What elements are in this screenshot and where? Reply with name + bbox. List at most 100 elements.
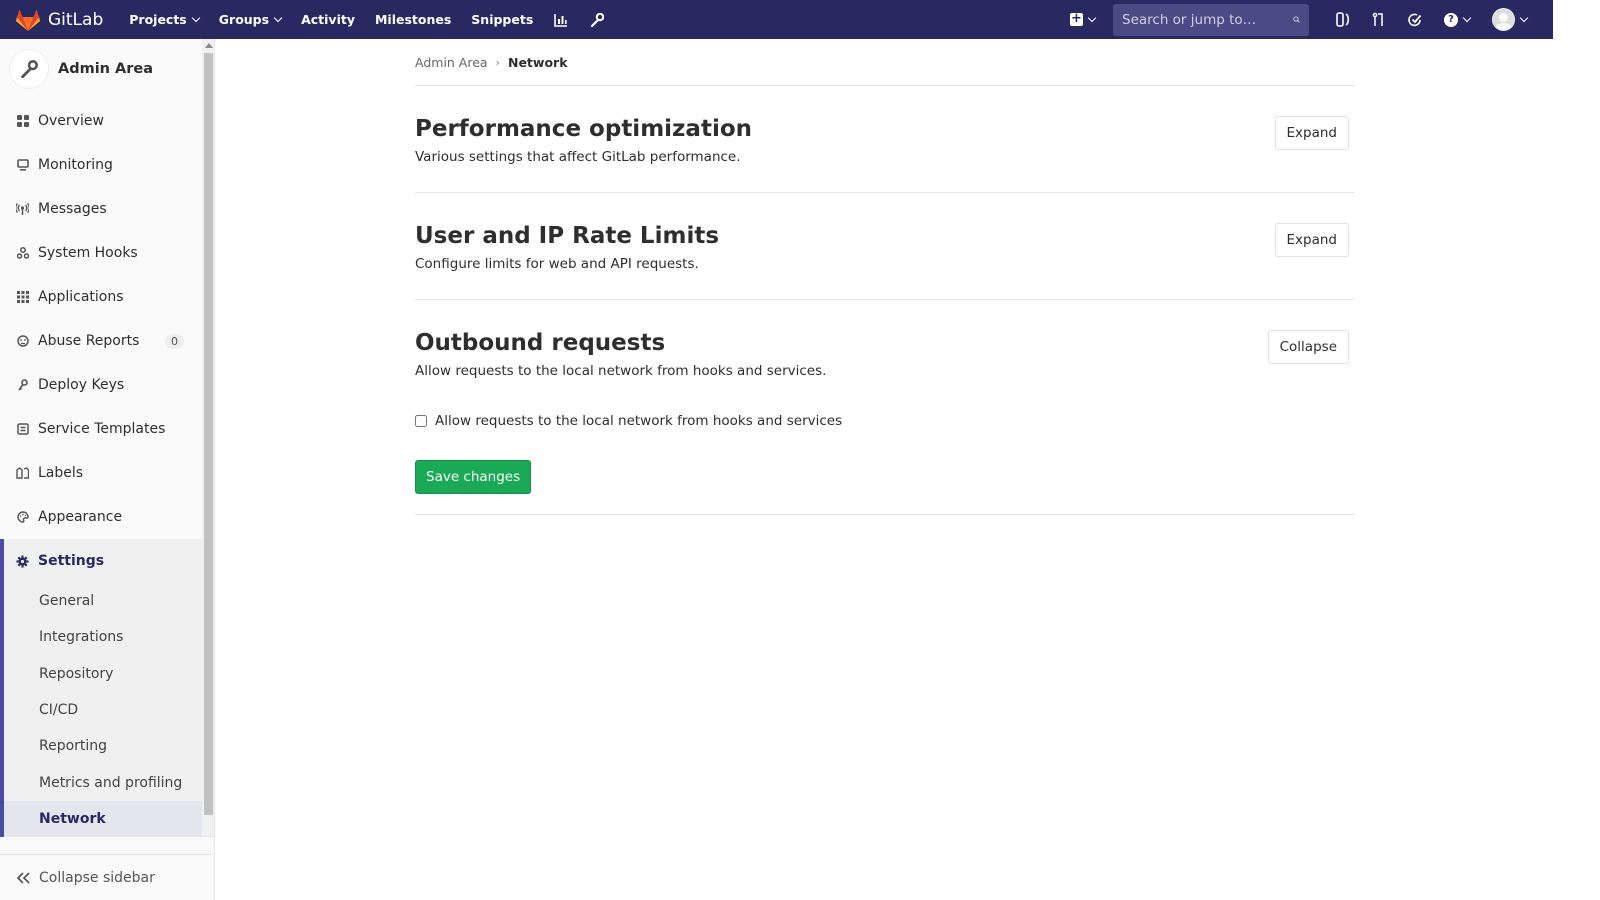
sidebar-item-label: Abuse Reports — [38, 333, 140, 349]
label-icon — [16, 467, 29, 480]
new-dropdown-button[interactable]: + — [1070, 11, 1097, 26]
chevron-down-icon — [1519, 13, 1529, 23]
question-icon: ? — [1444, 12, 1458, 27]
sidebar-item-messages[interactable]: Messages — [0, 187, 214, 231]
sidebar-item-monitoring[interactable]: Monitoring — [0, 143, 214, 187]
monitor-icon — [16, 159, 29, 172]
main-content: Admin Area › Network Performance optimiz… — [415, 39, 1355, 515]
broadcast-icon — [16, 203, 29, 216]
sidebar-subitem-repository[interactable]: Repository — [4, 656, 214, 692]
sidebar-item-settings[interactable]: Settings — [0, 539, 214, 583]
section-description: Various settings that affect GitLab perf… — [415, 149, 741, 165]
chevron-down-icon — [191, 13, 201, 23]
section-description: Allow requests to the local network from… — [415, 363, 827, 379]
allow-local-requests-row[interactable]: Allow requests to the local network from… — [415, 413, 1355, 429]
allow-local-requests-checkbox[interactable] — [415, 415, 427, 427]
section-title: User and IP Rate Limits — [415, 223, 720, 249]
section-title: Outbound requests — [415, 330, 666, 356]
nav-activity[interactable]: Activity — [301, 12, 355, 27]
sidebar-item-label: Service Templates — [38, 421, 166, 437]
expand-button[interactable]: Expand — [1274, 116, 1349, 150]
wrench-icon[interactable] — [589, 12, 605, 28]
nav-milestones[interactable]: Milestones — [375, 12, 451, 27]
checkbox-label: Allow requests to the local network from… — [435, 413, 843, 429]
sidebar-item-label: Messages — [38, 201, 107, 217]
collapse-sidebar-label: Collapse sidebar — [39, 869, 155, 886]
sidebar-item-deploy-keys[interactable]: Deploy Keys — [0, 363, 214, 407]
collapse-sidebar-button[interactable]: Collapse sidebar — [0, 854, 214, 900]
sidebar-subitem-metrics[interactable]: Metrics and profiling — [4, 764, 214, 800]
sidebar-item-applications[interactable]: Applications — [0, 275, 214, 319]
sidebar-item-label: Applications — [38, 289, 124, 305]
chevron-down-icon — [1087, 13, 1097, 23]
sidebar-scrollbar[interactable] — [202, 39, 214, 836]
sidebar-subitem-general[interactable]: General — [4, 583, 214, 619]
todo-icon[interactable] — [1408, 13, 1422, 27]
sidebar-item-label: Labels — [38, 465, 84, 481]
performance-section: Performance optimization Various setting… — [415, 86, 1355, 193]
scroll-up-arrow-icon[interactable] — [205, 43, 213, 48]
plus-icon: + — [1070, 11, 1083, 26]
breadcrumb-admin-area[interactable]: Admin Area — [415, 55, 488, 70]
sidebar-subitem-reporting[interactable]: Reporting — [4, 728, 214, 764]
save-changes-button[interactable]: Save changes — [415, 460, 532, 494]
nav-snippets[interactable]: Snippets — [471, 12, 533, 27]
nav-groups[interactable]: Groups — [218, 12, 283, 27]
settings-submenu: General Integrations Repository CI/CD Re… — [0, 583, 214, 838]
template-icon — [16, 423, 29, 436]
chevron-down-icon — [273, 13, 283, 23]
sidebar-subitem-integrations[interactable]: Integrations — [4, 619, 214, 655]
expand-button[interactable]: Expand — [1274, 223, 1349, 257]
double-chevron-left-icon — [17, 871, 30, 884]
tanuki-icon — [15, 9, 41, 31]
sidebar-item-labels[interactable]: Labels — [0, 451, 214, 495]
sidebar-item-abuse-reports[interactable]: Abuse Reports 0 — [0, 319, 214, 363]
nav-projects-label: Projects — [129, 12, 187, 27]
avatar — [1492, 8, 1515, 31]
gitlab-logo[interactable]: GitLab — [15, 8, 103, 32]
hook-icon — [16, 247, 29, 260]
section-description: Configure limits for web and API request… — [415, 256, 699, 272]
outbound-form: Allow requests to the local network from… — [415, 413, 1355, 494]
user-menu-button[interactable] — [1492, 8, 1529, 31]
count-badge: 0 — [165, 333, 184, 349]
sidebar-item-label: Overview — [38, 113, 104, 129]
key-icon — [16, 379, 29, 392]
search-input[interactable] — [1122, 11, 1293, 28]
sidebar-item-label: Appearance — [38, 509, 123, 525]
brand-name: GitLab — [48, 9, 104, 30]
scrollbar-thumb[interactable] — [204, 53, 213, 815]
rate-limits-section: User and IP Rate Limits Configure limits… — [415, 193, 1355, 300]
breadcrumb-current: Network — [507, 54, 568, 70]
grid-icon — [16, 291, 29, 304]
section-title: Performance optimization — [415, 116, 753, 142]
sidebar-item-overview[interactable]: Overview — [0, 99, 214, 143]
sidebar-item-appearance[interactable]: Appearance — [0, 495, 214, 539]
sidebar-title: Admin Area — [58, 61, 154, 77]
help-button[interactable]: ? — [1444, 12, 1472, 27]
sidebar-item-label: System Hooks — [38, 245, 138, 261]
sidebar-subitem-network[interactable]: Network — [4, 800, 214, 838]
issues-icon[interactable] — [1336, 12, 1350, 27]
nav-projects[interactable]: Projects — [129, 12, 201, 27]
collapse-button[interactable]: Collapse — [1267, 330, 1349, 364]
search-box[interactable] — [1113, 3, 1309, 36]
sidebar-item-service-templates[interactable]: Service Templates — [0, 407, 214, 451]
sidebar-item-label: Monitoring — [38, 157, 113, 173]
chevron-right-icon: › — [495, 55, 500, 69]
sidebar-item-system-hooks[interactable]: System Hooks — [0, 231, 214, 275]
sidebar-header[interactable]: Admin Area — [0, 39, 214, 99]
sidebar-subitem-ci-cd[interactable]: CI/CD — [4, 692, 214, 728]
nav-groups-label: Groups — [218, 12, 270, 27]
nav-activity-label: Activity — [301, 12, 355, 27]
sidebar-item-label: Settings — [38, 553, 105, 569]
palette-icon — [16, 511, 29, 524]
sidebar-item-label: Deploy Keys — [38, 377, 125, 393]
chevron-down-icon — [1462, 13, 1472, 23]
merge-request-icon[interactable] — [1372, 12, 1386, 27]
wrench-icon — [10, 50, 48, 88]
overview-icon — [16, 115, 29, 128]
chart-icon[interactable] — [553, 12, 569, 28]
nav-milestones-label: Milestones — [374, 12, 452, 27]
face-icon — [16, 335, 29, 348]
